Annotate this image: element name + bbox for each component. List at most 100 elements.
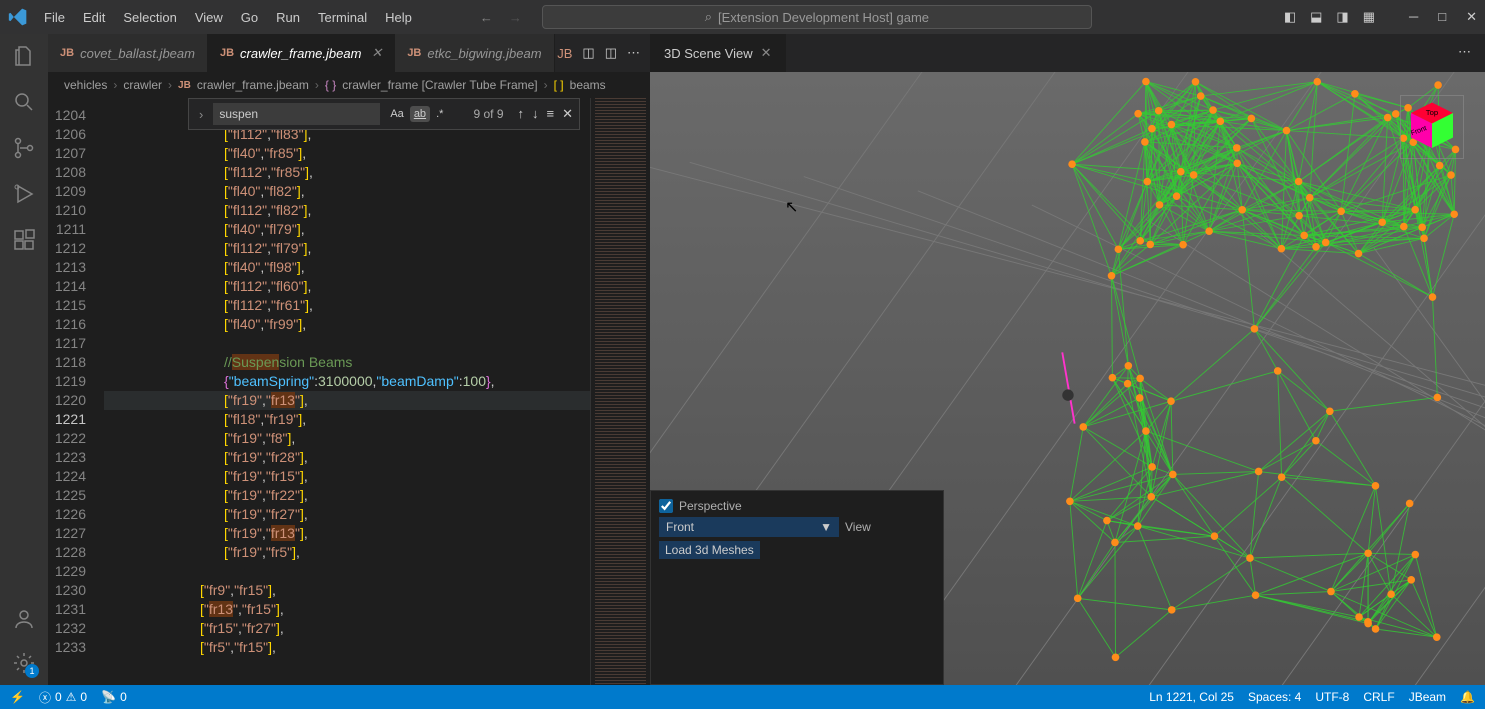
maximize-icon[interactable]: □ bbox=[1438, 9, 1446, 25]
minimap[interactable] bbox=[590, 98, 650, 685]
menu-view[interactable]: View bbox=[187, 6, 231, 29]
layout-right-icon[interactable]: ◨ bbox=[1336, 9, 1348, 25]
menu-terminal[interactable]: Terminal bbox=[310, 6, 375, 29]
status-bar: ⚡ ⓧ0 ⚠0 📡0 Ln 1221, Col 25 Spaces: 4 UTF… bbox=[0, 685, 1485, 709]
find-count: 9 of 9 bbox=[473, 107, 503, 121]
jb-icon: JB bbox=[60, 47, 74, 59]
tab-label: etkc_bigwing.jbeam bbox=[427, 46, 541, 61]
explorer-icon[interactable] bbox=[12, 44, 36, 68]
nav-forward-icon[interactable]: → bbox=[509, 10, 522, 25]
close-icon[interactable]: ✕ bbox=[1466, 9, 1477, 25]
menu-selection[interactable]: Selection bbox=[115, 6, 184, 29]
brace-icon: { } bbox=[325, 78, 336, 92]
account-icon[interactable] bbox=[12, 607, 36, 631]
tab-crawler_frame-jbeam[interactable]: JBcrawler_frame.jbeam✕ bbox=[208, 34, 395, 72]
find-close-icon[interactable]: ✕ bbox=[562, 106, 573, 122]
split-down-icon[interactable]: ◫ bbox=[582, 45, 594, 61]
load-meshes-button[interactable]: Load 3d Meshes bbox=[659, 541, 760, 559]
debug-icon[interactable] bbox=[12, 182, 36, 206]
tab-etkc_bigwing-jbeam[interactable]: JB etkc_bigwing.jbeam bbox=[395, 34, 554, 72]
view-select-value: Front bbox=[666, 520, 694, 534]
command-center[interactable]: ⌕ [Extension Development Host] game bbox=[542, 5, 1092, 29]
breadcrumb-file[interactable]: crawler_frame.jbeam bbox=[197, 78, 309, 92]
menu-run[interactable]: Run bbox=[268, 6, 308, 29]
line-gutter: 1204120612071208120912101211121212131214… bbox=[48, 98, 104, 685]
menu-edit[interactable]: Edit bbox=[75, 6, 113, 29]
menu-file[interactable]: File bbox=[36, 6, 73, 29]
nav-arrows: ← → bbox=[480, 10, 522, 25]
vscode-logo-icon bbox=[8, 7, 28, 27]
find-selection-icon[interactable]: ≡ bbox=[547, 106, 555, 122]
breadcrumb-segment[interactable]: vehicles bbox=[64, 78, 107, 92]
title-bar: FileEditSelectionViewGoRunTerminalHelp ←… bbox=[0, 0, 1485, 34]
perspective-checkbox[interactable] bbox=[659, 499, 673, 513]
jb-icon: JB bbox=[557, 46, 572, 61]
eol-status[interactable]: CRLF bbox=[1363, 690, 1394, 704]
language-mode[interactable]: JBeam bbox=[1409, 690, 1446, 704]
search-icon[interactable] bbox=[12, 90, 36, 114]
code-editor[interactable]: 1204120612071208120912101211121212131214… bbox=[48, 98, 650, 685]
radio-icon: 📡 bbox=[101, 690, 116, 704]
close-icon[interactable]: ✕ bbox=[371, 45, 382, 61]
scene-tab-label: 3D Scene View bbox=[664, 46, 753, 61]
main-area: JBcovet_ballast.jbeamJBcrawler_frame.jbe… bbox=[48, 34, 1485, 685]
menu-help[interactable]: Help bbox=[377, 6, 420, 29]
breadcrumb-arr[interactable]: beams bbox=[570, 78, 606, 92]
match-case-icon[interactable]: Aa bbox=[386, 106, 407, 122]
problems-indicator[interactable]: ⓧ0 ⚠0 bbox=[39, 689, 87, 706]
regex-icon[interactable]: .* bbox=[432, 106, 447, 122]
tab-covet_ballast-jbeam[interactable]: JB covet_ballast.jbeam bbox=[48, 34, 208, 72]
indentation-status[interactable]: Spaces: 4 bbox=[1248, 690, 1301, 704]
extensions-icon[interactable] bbox=[12, 228, 36, 252]
notifications-icon[interactable]: 🔔 bbox=[1460, 690, 1475, 704]
jb-icon: JB bbox=[220, 47, 234, 59]
more-actions-icon[interactable]: ⋯ bbox=[627, 45, 640, 61]
breadcrumb-obj[interactable]: crawler_frame [Crawler Tube Frame] bbox=[342, 78, 537, 92]
find-widget: › Aa ab .* 9 of 9 ↑ ↓ ≡ ✕ bbox=[188, 98, 580, 130]
more-actions-icon[interactable]: ⋯ bbox=[1444, 34, 1485, 72]
scene-tab[interactable]: 3D Scene View ✕ bbox=[650, 34, 786, 72]
scene-pane: 3D Scene View ✕ ⋯ ↖ Top Front Perspectiv… bbox=[650, 34, 1485, 685]
view-label: View bbox=[845, 520, 871, 534]
code-content[interactable]: ["fl40","fl83"],["fl112","fl83"],["fl40"… bbox=[104, 98, 590, 685]
bracket-icon: [ ] bbox=[554, 78, 564, 92]
menu-go[interactable]: Go bbox=[233, 6, 266, 29]
find-prev-icon[interactable]: ↑ bbox=[518, 106, 525, 122]
find-toggle-replace-icon[interactable]: › bbox=[195, 107, 207, 122]
encoding-status[interactable]: UTF-8 bbox=[1315, 690, 1349, 704]
editor-tabs: JB covet_ballast.jbeam JBcrawler_frame.jbe… bbox=[48, 34, 650, 72]
tab-label: covet_ballast.jbeam bbox=[80, 46, 195, 61]
jb-icon: JB bbox=[178, 80, 191, 91]
ports-indicator[interactable]: 📡0 bbox=[101, 690, 127, 704]
perspective-label: Perspective bbox=[679, 499, 742, 513]
find-input[interactable] bbox=[213, 103, 380, 125]
editor-pane: JBcovet_ballast.jbeamJBcrawler_frame.jbe… bbox=[48, 34, 650, 685]
split-right-icon[interactable]: ◫ bbox=[605, 45, 617, 61]
menu-bar: FileEditSelectionViewGoRunTerminalHelp bbox=[36, 6, 420, 29]
settings-gear-icon[interactable] bbox=[12, 651, 36, 675]
source-control-icon[interactable] bbox=[12, 136, 36, 160]
layout-bottom-icon[interactable]: ⬓ bbox=[1310, 9, 1322, 25]
close-icon[interactable]: ✕ bbox=[761, 45, 772, 61]
layout-grid-icon[interactable]: ▦ bbox=[1363, 9, 1375, 25]
nav-back-icon[interactable]: ← bbox=[480, 10, 493, 25]
find-next-icon[interactable]: ↓ bbox=[532, 106, 539, 122]
mouse-cursor-icon: ↖ bbox=[785, 197, 798, 217]
view-select[interactable]: Front▼ bbox=[659, 517, 839, 537]
match-whole-word-icon[interactable]: ab bbox=[410, 106, 430, 122]
breadcrumbs[interactable]: vehicles› crawler› JB crawler_frame.jbea… bbox=[48, 72, 650, 98]
minimize-icon[interactable]: ─ bbox=[1409, 9, 1418, 25]
view-cube[interactable]: Top Front bbox=[1397, 92, 1467, 162]
error-icon: ⓧ bbox=[39, 689, 51, 706]
remote-indicator[interactable]: ⚡ bbox=[10, 690, 25, 704]
cursor-position[interactable]: Ln 1221, Col 25 bbox=[1149, 690, 1234, 704]
search-icon: ⌕ bbox=[705, 9, 712, 25]
activity-bar bbox=[0, 34, 48, 685]
warning-icon: ⚠ bbox=[66, 690, 77, 704]
scene-tabs: 3D Scene View ✕ ⋯ bbox=[650, 34, 1485, 72]
jb-icon: JB bbox=[407, 47, 421, 59]
viewcube-top-label: Top bbox=[1426, 108, 1438, 117]
breadcrumb-segment[interactable]: crawler bbox=[123, 78, 162, 92]
layout-left-icon[interactable]: ◧ bbox=[1284, 9, 1296, 25]
3d-scene-viewport[interactable]: ↖ Top Front Perspective Front▼ View bbox=[650, 72, 1485, 685]
